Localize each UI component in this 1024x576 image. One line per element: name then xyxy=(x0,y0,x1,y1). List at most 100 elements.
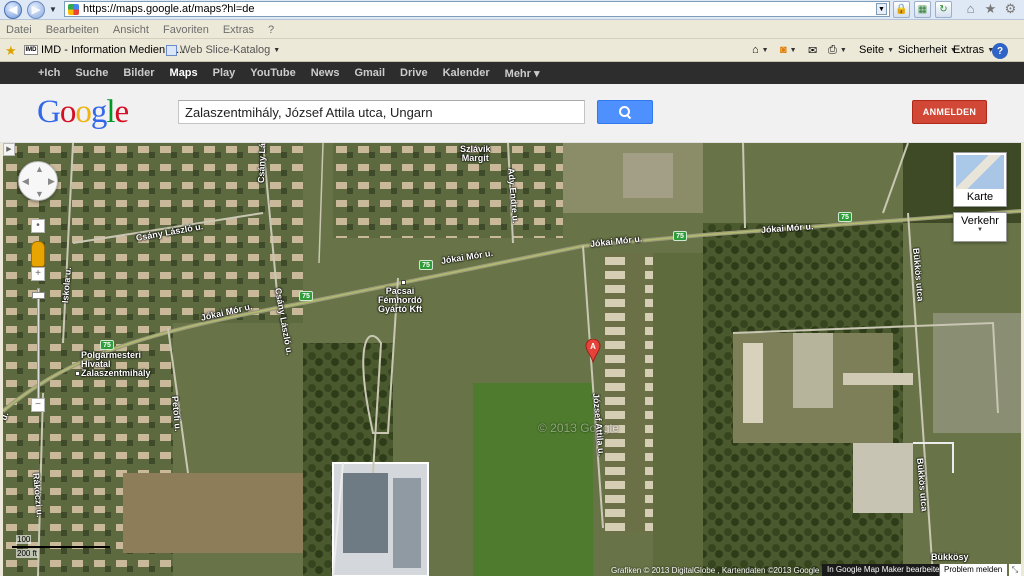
locate-icon[interactable]: • xyxy=(31,219,45,233)
menu-bearbeiten[interactable]: Bearbeiten xyxy=(46,24,99,36)
menu-ansicht[interactable]: Ansicht xyxy=(113,24,149,36)
scale-line xyxy=(12,546,110,548)
scale-bottom-label: 200 ft xyxy=(16,549,39,558)
search-input[interactable] xyxy=(178,100,585,124)
print-icon[interactable]: ⎙ ▼ xyxy=(828,44,847,57)
poi-label-szlavik: Szlávik Margit xyxy=(460,144,491,163)
google-favicon-icon xyxy=(68,3,79,15)
gbar-link-suche[interactable]: Suche xyxy=(75,67,108,79)
zoom-slider-handle[interactable] xyxy=(32,292,45,299)
side-panel-toggle-icon[interactable]: ▶ xyxy=(3,143,15,156)
pan-right-icon[interactable]: ▶ xyxy=(48,176,55,187)
gbar-more-label: Mehr xyxy=(504,67,531,80)
logo-letter: G xyxy=(37,94,61,130)
favorites-bar: ★ IMD IMD - Information Medien D... Web … xyxy=(0,40,1024,62)
poi-label-polgarmesteri[interactable]: Polgármesteri Hivatal Zalaszentmihály xyxy=(81,351,151,378)
marker-letter: A xyxy=(590,342,596,351)
gbar-link-kalender[interactable]: Kalender xyxy=(443,67,490,79)
page-menu[interactable]: Seite ▼ xyxy=(859,44,894,56)
search-button[interactable] xyxy=(597,100,653,124)
fullscreen-icon[interactable]: ⤡ xyxy=(1009,564,1021,576)
tools-icon[interactable]: ⚙ xyxy=(1002,1,1019,18)
google-watermark: © 2013 Google xyxy=(538,421,619,435)
pegman-icon[interactable] xyxy=(31,241,45,267)
mapmaker-link[interactable]: In Google Map Maker bearbeiten xyxy=(822,564,944,576)
traffic-label: Verkehr xyxy=(961,215,999,227)
compat-icon[interactable]: ▦ xyxy=(914,1,931,18)
maps-header: Google ANMELDEN xyxy=(0,84,1024,143)
pan-control[interactable]: ▲ ▼ ◀ ▶ xyxy=(18,161,58,201)
logo-letter: g xyxy=(90,94,107,130)
forward-icon[interactable]: ▶ xyxy=(27,1,45,19)
traffic-button[interactable]: Verkehr ▼ xyxy=(953,212,1007,242)
home-icon[interactable]: ⌂ xyxy=(962,1,979,18)
history-dropdown-icon[interactable]: ▼ xyxy=(49,5,57,14)
pan-up-icon[interactable]: ▲ xyxy=(35,164,44,174)
home-command-icon[interactable]: ⌂ ▼ xyxy=(752,44,769,56)
menu-extras[interactable]: Extras xyxy=(223,24,254,36)
gbar-link-news[interactable]: News xyxy=(311,67,340,79)
security-menu[interactable]: Sicherheit ▼ xyxy=(898,44,957,56)
gbar-link-youtube[interactable]: YouTube xyxy=(250,67,295,79)
route-shield: 75 xyxy=(419,260,433,270)
gbar-link-plus[interactable]: +Ich xyxy=(38,67,60,79)
zoom-slider-track[interactable] xyxy=(37,288,40,401)
menu-datei[interactable]: Datei xyxy=(6,24,32,36)
google-logo[interactable]: Google xyxy=(37,94,129,130)
zoom-out-button[interactable]: − xyxy=(31,398,45,412)
poi-marker-icon[interactable] xyxy=(401,280,406,285)
signin-button[interactable]: ANMELDEN xyxy=(912,100,987,124)
favorite-imd[interactable]: IMD IMD - Information Medien D... xyxy=(24,44,185,56)
favorite-imd-label: IMD - Information Medien D... xyxy=(41,44,186,56)
gbar-more-menu[interactable]: Mehr ▾ xyxy=(505,67,540,80)
scale-bar: 100 200 ft xyxy=(12,535,112,558)
lock-icon[interactable]: 🔒 xyxy=(893,1,910,18)
gbar-link-play[interactable]: Play xyxy=(213,67,236,79)
help-icon[interactable]: ? xyxy=(992,43,1008,59)
gbar-link-maps[interactable]: Maps xyxy=(170,67,198,79)
page-menu-label: Seite xyxy=(859,44,885,56)
favorites-star-icon[interactable]: ★ xyxy=(5,43,17,59)
gbar-link-drive[interactable]: Drive xyxy=(400,67,428,79)
route-shield: 75 xyxy=(838,212,852,222)
location-marker-a[interactable]: A xyxy=(585,339,601,363)
menu-favoriten[interactable]: Favoriten xyxy=(163,24,209,36)
mail-icon[interactable]: ✉ xyxy=(808,44,817,57)
menu-help[interactable]: ? xyxy=(268,24,274,36)
map-thumbnail xyxy=(956,155,1004,189)
imd-logo-icon: IMD xyxy=(24,45,38,55)
route-shield: 75 xyxy=(299,291,313,301)
webslice-icon xyxy=(166,44,177,56)
zoom-in-button[interactable]: + xyxy=(31,267,45,281)
scale-top-label: 100 xyxy=(16,535,32,544)
favorite-webslice-label: Web Slice-Katalog xyxy=(180,44,271,56)
address-bar[interactable]: https://maps.google.at/maps?hl=de ▼ xyxy=(64,1,890,17)
extras-menu[interactable]: Extras ▼ xyxy=(953,44,994,56)
logo-letter: l xyxy=(106,94,115,130)
route-shield: 75 xyxy=(673,231,687,241)
route-shield: 75 xyxy=(100,340,114,350)
favorite-webslice[interactable]: Web Slice-Katalog ▼ xyxy=(166,44,280,56)
back-icon[interactable]: ◀ xyxy=(4,1,22,19)
extras-menu-label: Extras xyxy=(953,44,985,56)
pan-left-icon[interactable]: ◀ xyxy=(22,176,29,187)
refresh-icon[interactable]: ↻ xyxy=(935,1,952,18)
browser-toolbar: ◀ ▶ ▼ https://maps.google.at/maps?hl=de … xyxy=(0,0,1024,20)
town-hall-icon[interactable] xyxy=(75,371,80,376)
pan-down-icon[interactable]: ▼ xyxy=(35,189,44,199)
google-bar: +Ich Suche Bilder Maps Play YouTube News… xyxy=(0,62,1024,84)
street-label-bukkosy: Bükkösy xyxy=(931,552,969,562)
report-problem-link[interactable]: Problem melden xyxy=(940,564,1007,576)
address-url[interactable]: https://maps.google.at/maps?hl=de xyxy=(83,3,255,15)
map-copyright: Grafiken © 2013 DigitalGlobe , Kartendat… xyxy=(611,566,825,575)
rss-icon[interactable]: ◙ ▼ xyxy=(780,44,797,56)
star-icon[interactable]: ★ xyxy=(982,1,999,18)
gbar-link-gmail[interactable]: Gmail xyxy=(354,67,385,79)
map-type-label: Karte xyxy=(966,191,994,203)
poi-label-pacsai[interactable]: Pacsai Fémhordó Gyártó Kft xyxy=(378,287,422,314)
chevron-down-icon: ▼ xyxy=(273,46,281,54)
gbar-link-bilder[interactable]: Bilder xyxy=(123,67,154,79)
address-dropdown-icon[interactable]: ▼ xyxy=(876,3,887,15)
satellite-map[interactable]: © 2013 Google Jókai Mór u. Jókai Mór u. … xyxy=(3,143,1021,576)
map-type-button[interactable]: Karte xyxy=(953,152,1007,207)
